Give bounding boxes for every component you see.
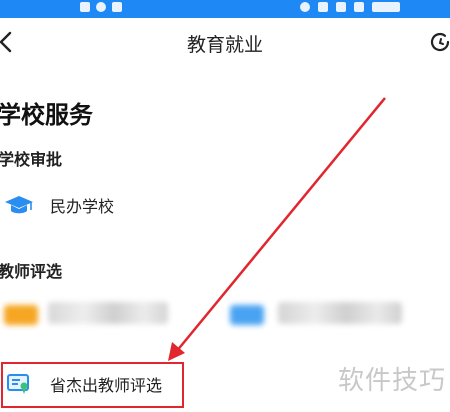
annotation-arrow (168, 97, 386, 361)
watermark-text: 软件技巧 (337, 366, 446, 396)
